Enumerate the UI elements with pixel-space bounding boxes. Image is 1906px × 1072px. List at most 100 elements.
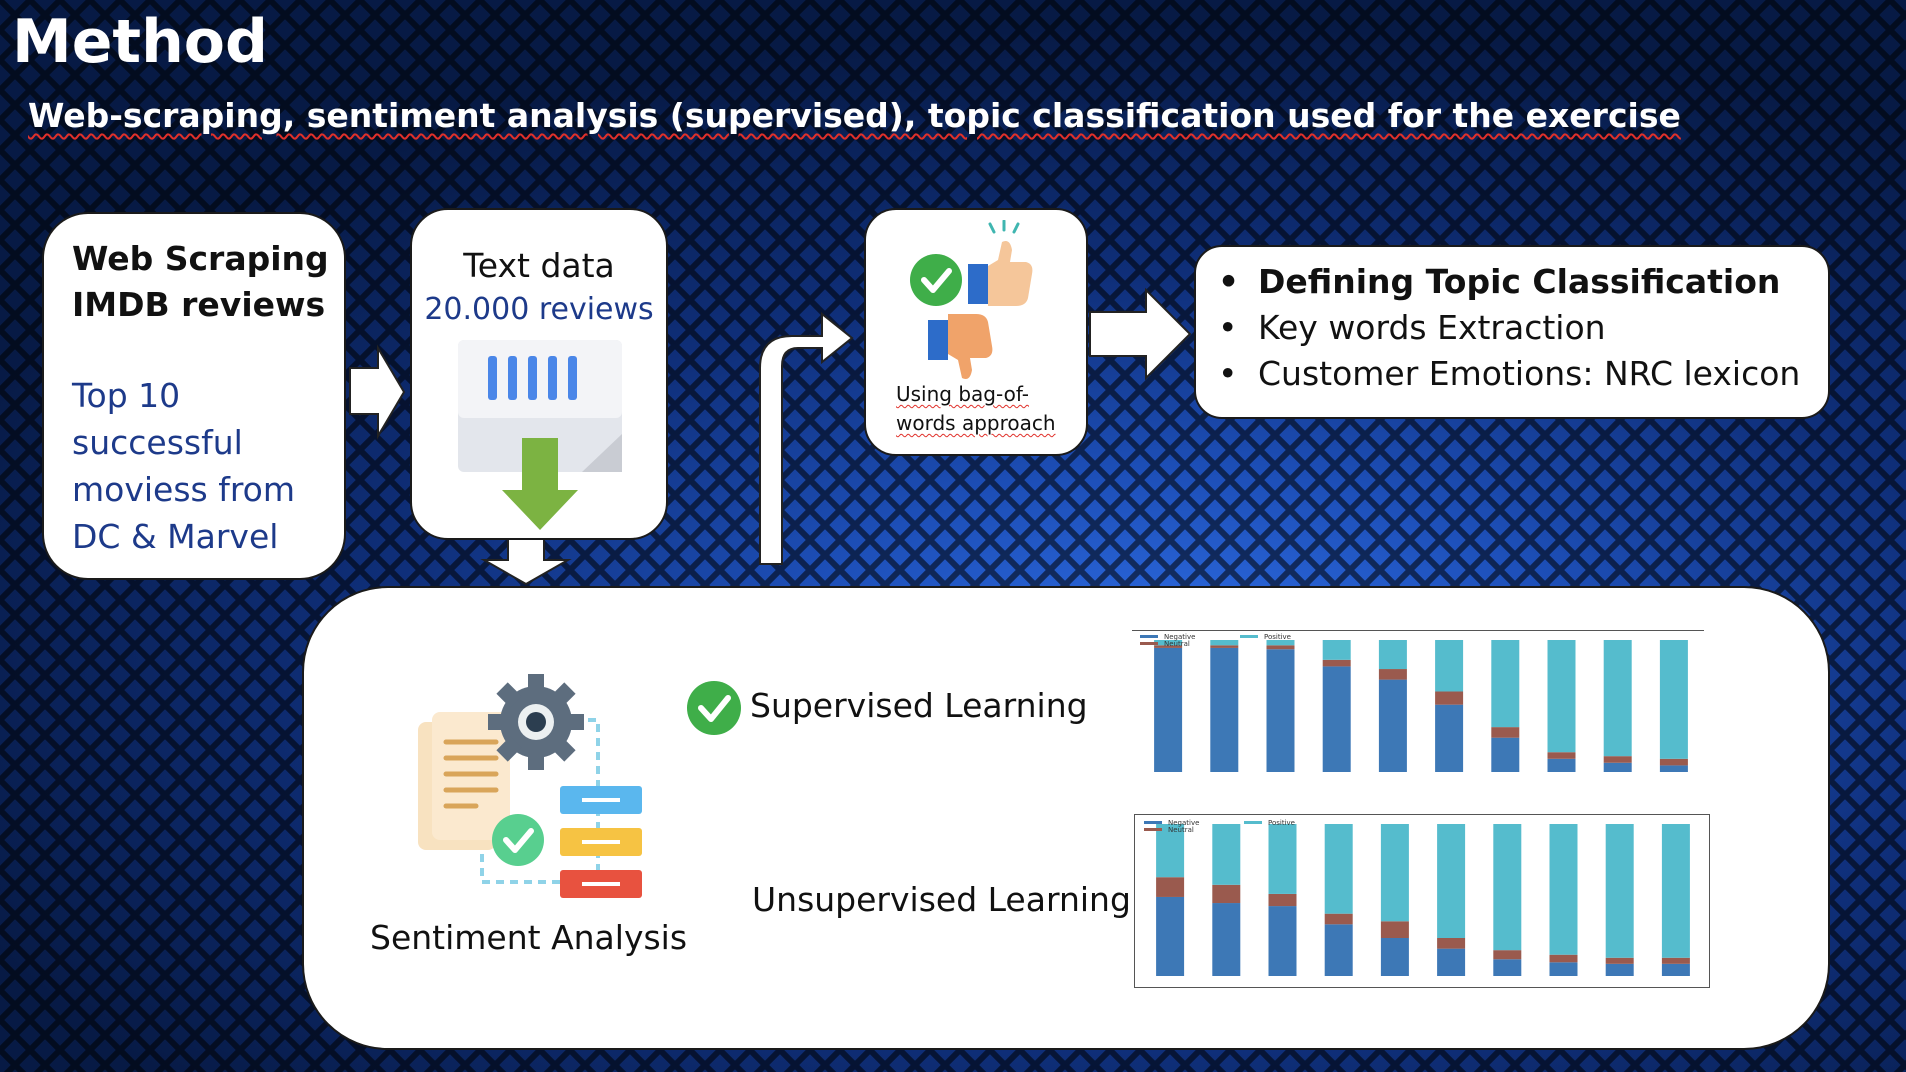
text-data-box: Text data 20.000 reviews	[410, 208, 668, 540]
bar-segment-negative	[1380, 938, 1409, 976]
bar-segment-neutral	[1661, 957, 1690, 964]
bar-segment-negative	[1210, 647, 1239, 772]
bar-segment-positive	[1212, 824, 1241, 885]
bar-segment-positive	[1380, 824, 1409, 922]
bar-segment-neutral	[1659, 758, 1688, 766]
web-scraping-box: Web Scraping IMDB reviews Top 10 success…	[42, 212, 346, 580]
bar-segment-neutral	[1324, 913, 1353, 925]
thumbs-up-down-icon	[910, 220, 1033, 379]
bar-segment-negative	[1549, 962, 1578, 976]
bar-segment-positive	[1322, 640, 1351, 660]
web-scraping-body: Top 10 successful moviess from DC & Marv…	[72, 372, 295, 560]
bar-segment-neutral	[1212, 884, 1241, 904]
bar-segment-neutral	[1156, 877, 1185, 897]
arrow-right-icon	[349, 344, 406, 440]
bar-segment-negative	[1324, 924, 1353, 976]
text-data-label: Text data	[463, 246, 615, 285]
legend-swatch	[1144, 821, 1162, 824]
bar-segment-neutral	[1547, 752, 1576, 759]
bar-segment-positive	[1324, 824, 1353, 914]
legend-swatch	[1140, 635, 1158, 638]
bar-segment-positive	[1437, 824, 1466, 938]
caption-line: words approach	[896, 411, 1056, 435]
legend-swatch	[1144, 828, 1162, 831]
supervised-learning-label: Supervised Learning	[750, 686, 1088, 725]
bar-segment-positive	[1661, 824, 1690, 958]
body-line: DC & Marvel	[72, 517, 279, 556]
sentiment-analysis-icon	[418, 674, 642, 898]
bar-segment-positive	[1659, 640, 1688, 759]
arrow-up-right-icon	[759, 311, 854, 565]
check-circle-icon	[492, 814, 544, 866]
sentiment-analysis-label: Sentiment Analysis	[370, 918, 688, 957]
list-item-text: Defining Topic Classification	[1258, 262, 1781, 301]
bar-segment-positive	[1491, 640, 1520, 728]
bar-segment-positive	[1547, 640, 1576, 753]
topic-classification-box: • Defining Topic Classification • Key word…	[1194, 245, 1830, 419]
legend-label: Neutral	[1164, 640, 1190, 648]
bar-segment-negative	[1154, 647, 1183, 772]
bar-segment-negative	[1661, 963, 1690, 976]
arrow-right-icon	[1089, 287, 1192, 381]
slide: Method Web-scraping, sentiment analysis …	[0, 0, 1906, 1072]
bag-of-words-box: Using bag-of- words approach	[864, 208, 1088, 456]
heading-line: Web Scraping	[72, 239, 329, 278]
list-item-text: Key words Extraction	[1258, 308, 1606, 347]
bar-segment-negative	[1378, 679, 1407, 772]
bar-segment-positive	[1493, 824, 1522, 951]
bar-segment-negative	[1605, 963, 1634, 976]
bar-segment-positive	[1378, 640, 1407, 670]
bar-segment-negative	[1493, 959, 1522, 976]
body-line: Top 10	[72, 376, 181, 415]
bar-segment-negative	[1603, 762, 1632, 772]
unsupervised-chart: NegativeNeutralPositive	[1134, 814, 1710, 988]
supervised-chart: NegativeNeutralPositive	[1132, 630, 1708, 784]
legend-swatch	[1244, 821, 1262, 824]
bar-segment-neutral	[1549, 954, 1578, 963]
bar-segment-neutral	[1493, 950, 1522, 960]
bar-segment-neutral	[1322, 659, 1351, 667]
bar-segment-negative	[1659, 765, 1688, 772]
check-circle-icon	[910, 254, 962, 306]
web-scraping-heading: Web Scraping IMDB reviews	[72, 236, 329, 328]
legend-label: Positive	[1268, 819, 1295, 827]
check-circle-icon	[687, 681, 741, 735]
bar-segment-neutral	[1378, 669, 1407, 680]
bar-segment-negative	[1268, 906, 1297, 976]
legend-swatch	[1140, 642, 1158, 645]
bar-segment-positive	[1435, 640, 1464, 692]
gear-icon	[488, 674, 584, 770]
list-item: • Key words Extraction	[1218, 308, 1606, 347]
heading-line: IMDB reviews	[72, 285, 326, 324]
arrow-down-icon	[480, 535, 572, 586]
bar-segment-negative	[1322, 666, 1351, 772]
bar-segment-neutral	[1266, 645, 1295, 650]
legend-swatch	[1240, 635, 1258, 638]
bar-segment-negative	[1437, 948, 1466, 976]
bar-segment-negative	[1435, 704, 1464, 772]
bar-segment-neutral	[1437, 938, 1466, 949]
bar-segment-negative	[1212, 903, 1241, 976]
bar-segment-neutral	[1380, 921, 1409, 938]
bar-segment-neutral	[1210, 645, 1239, 648]
bar-segment-positive	[1210, 640, 1239, 646]
bag-of-words-caption: Using bag-of- words approach	[896, 380, 1056, 438]
bar-segment-neutral	[1435, 691, 1464, 705]
unsupervised-learning-label: Unsupervised Learning	[752, 880, 1131, 919]
bar-segment-negative	[1266, 649, 1295, 772]
list-item: • Defining Topic Classification	[1218, 262, 1781, 301]
legend-label: Positive	[1264, 633, 1291, 641]
caption-line: Using bag-of-	[896, 382, 1029, 406]
bar-segment-neutral	[1491, 727, 1520, 738]
review-count: 20.000 reviews	[424, 292, 654, 327]
document-download-icon	[458, 340, 622, 530]
body-line: successful	[72, 423, 243, 462]
bar-segment-neutral	[1605, 957, 1634, 964]
bar-segment-negative	[1547, 758, 1576, 772]
bar-segment-positive	[1605, 824, 1634, 958]
list-item: • Customer Emotions: NRC lexicon	[1218, 354, 1801, 393]
body-line: moviess from	[72, 470, 296, 509]
legend-label: Neutral	[1168, 826, 1194, 834]
bar-segment-positive	[1268, 824, 1297, 894]
bar-segment-negative	[1156, 896, 1185, 976]
